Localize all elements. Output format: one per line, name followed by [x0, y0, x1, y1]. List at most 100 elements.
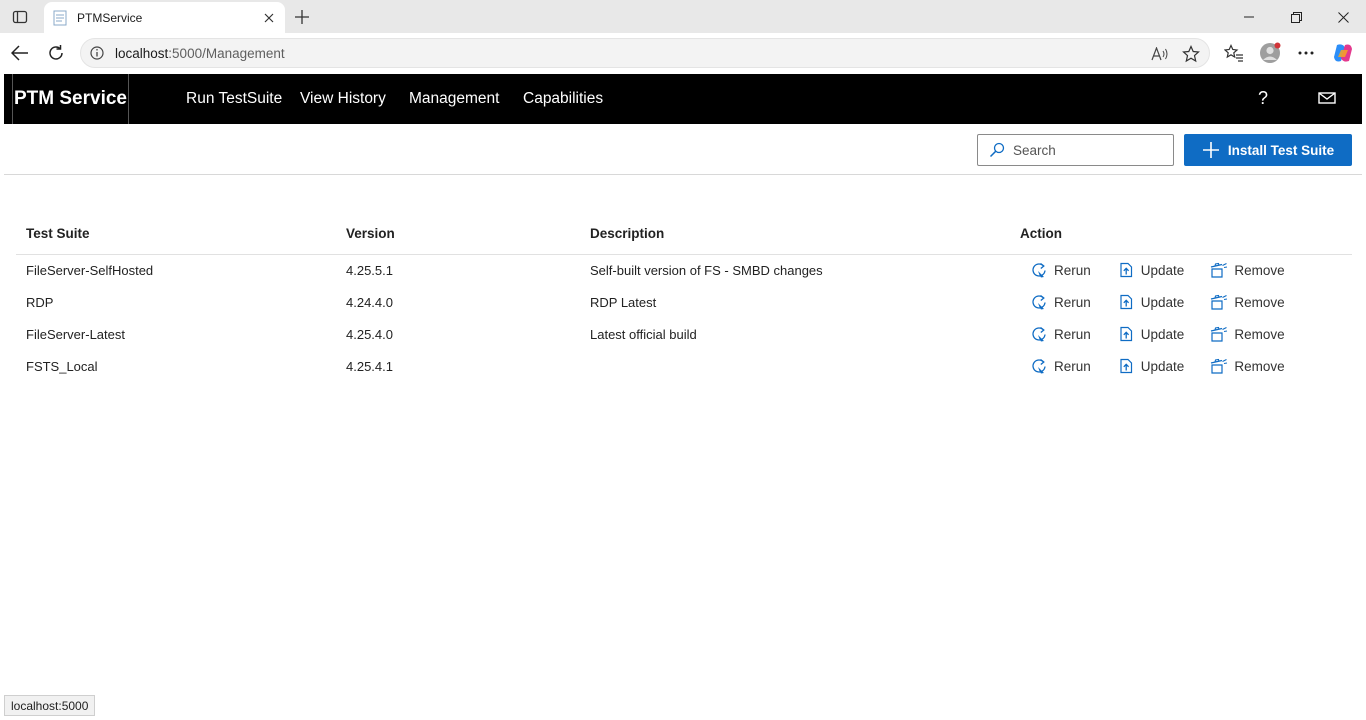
plus-icon	[1202, 142, 1219, 158]
suite-description: Latest official build	[590, 326, 697, 342]
browser-tab[interactable]: PTMService	[44, 2, 285, 33]
minimize-icon[interactable]	[1226, 4, 1272, 30]
suite-description: Self-built version of FS - SMBD changes	[590, 262, 823, 278]
row-actions: Rerun Update Remove	[1020, 261, 1352, 279]
update-icon	[1117, 357, 1135, 375]
table-row: FileServer-SelfHosted 4.25.5.1 Self-buil…	[16, 254, 1352, 286]
update-label: Update	[1140, 326, 1185, 342]
browser-tabstrip: PTMService	[0, 0, 1366, 33]
brand-logo[interactable]: PTM Service	[12, 74, 129, 125]
remove-button[interactable]: Remove	[1210, 261, 1285, 279]
search-box[interactable]	[977, 134, 1174, 166]
suite-description	[580, 350, 1010, 382]
tab-close-icon[interactable]	[259, 8, 279, 28]
remove-button[interactable]: Remove	[1210, 357, 1285, 375]
remove-label: Remove	[1234, 262, 1285, 278]
rerun-button[interactable]: Rerun	[1030, 293, 1091, 311]
site-info-icon[interactable]	[89, 45, 105, 61]
browser-toolbar: localhost:5000/Management	[0, 33, 1366, 73]
url-path: :5000/Management	[168, 46, 285, 61]
app-header: PTM Service Run TestSuite View History M…	[4, 74, 1362, 125]
row-actions: Rerun Update Remove	[1020, 325, 1352, 343]
table-header-row: Test Suite Version Description Action	[16, 214, 1352, 255]
rerun-icon	[1030, 357, 1048, 375]
close-window-icon[interactable]	[1320, 4, 1366, 30]
nav-capabilities[interactable]: Capabilities	[523, 90, 603, 108]
table-row: FileServer-Latest 4.25.4.0 Latest offici…	[16, 318, 1352, 350]
page-favicon-icon	[52, 10, 68, 26]
update-icon	[1117, 261, 1135, 279]
read-aloud-icon[interactable]	[1151, 45, 1169, 63]
remove-label: Remove	[1234, 326, 1285, 342]
rerun-icon	[1030, 293, 1048, 311]
header-description[interactable]: Description	[580, 214, 1010, 255]
nav-view-history[interactable]: View History	[300, 90, 386, 108]
test-suite-table: Test Suite Version Description Action Fi…	[16, 214, 1352, 382]
header-test-suite[interactable]: Test Suite	[16, 214, 336, 255]
header-version[interactable]: Version	[336, 214, 580, 255]
remove-label: Remove	[1234, 294, 1285, 310]
suite-description: RDP Latest	[590, 294, 657, 310]
suite-name: FileServer-SelfHosted	[26, 262, 154, 278]
update-button[interactable]: Update	[1117, 325, 1185, 343]
favorite-star-icon[interactable]	[1181, 44, 1201, 64]
update-button[interactable]: Update	[1117, 261, 1185, 279]
address-url[interactable]: localhost:5000/Management	[115, 46, 285, 61]
rerun-icon	[1030, 261, 1048, 279]
remove-icon	[1210, 261, 1228, 279]
install-button-label: Install Test Suite	[1227, 142, 1335, 158]
update-label: Update	[1140, 262, 1185, 278]
update-label: Update	[1140, 294, 1185, 310]
suite-version: 4.25.4.1	[346, 358, 393, 374]
nav-management[interactable]: Management	[409, 90, 499, 108]
status-url: localhost:5000	[4, 695, 96, 716]
back-icon[interactable]	[6, 39, 34, 67]
tab-title: PTMService	[77, 10, 143, 25]
rerun-button[interactable]: Rerun	[1030, 357, 1091, 375]
header-action: Action	[1010, 214, 1352, 255]
nav-run-testsuite[interactable]: Run TestSuite	[186, 90, 282, 108]
suite-version: 4.25.5.1	[346, 262, 393, 278]
suite-name: RDP	[26, 294, 54, 310]
suite-name: FileServer-Latest	[26, 326, 125, 342]
rerun-label: Rerun	[1054, 326, 1091, 342]
mail-icon[interactable]	[1318, 91, 1336, 105]
refresh-icon[interactable]	[42, 39, 70, 67]
update-icon	[1117, 293, 1135, 311]
address-bar[interactable]: localhost:5000/Management	[80, 38, 1210, 68]
update-button[interactable]: Update	[1117, 293, 1185, 311]
row-actions: Rerun Update Remove	[1020, 357, 1352, 375]
update-label: Update	[1140, 358, 1185, 374]
update-icon	[1117, 325, 1135, 343]
remove-label: Remove	[1234, 358, 1285, 374]
remove-icon	[1210, 293, 1228, 311]
search-icon	[988, 141, 1006, 159]
suite-version: 4.24.4.0	[346, 294, 393, 310]
new-tab-icon[interactable]	[290, 5, 314, 29]
copilot-icon[interactable]	[1331, 41, 1355, 65]
more-menu-icon[interactable]	[1294, 41, 1318, 65]
remove-icon	[1210, 357, 1228, 375]
profile-avatar-icon[interactable]	[1258, 41, 1282, 65]
suite-name: FSTS_Local	[26, 358, 98, 374]
url-host: localhost	[115, 46, 169, 61]
install-test-suite-button[interactable]: Install Test Suite	[1184, 134, 1352, 166]
favorites-icon[interactable]	[1222, 41, 1246, 65]
table-row: FSTS_Local 4.25.4.1 Rerun Update Remove	[16, 350, 1352, 382]
update-button[interactable]: Update	[1117, 357, 1185, 375]
rerun-label: Rerun	[1054, 294, 1091, 310]
table-row: RDP 4.24.4.0 RDP Latest Rerun Update Rem…	[16, 286, 1352, 318]
remove-button[interactable]: Remove	[1210, 293, 1285, 311]
rerun-label: Rerun	[1054, 262, 1091, 278]
tab-actions-icon[interactable]	[8, 6, 32, 28]
remove-button[interactable]: Remove	[1210, 325, 1285, 343]
search-input[interactable]	[1013, 142, 1163, 158]
restore-icon[interactable]	[1273, 4, 1319, 30]
rerun-label: Rerun	[1054, 358, 1091, 374]
suite-version: 4.25.4.0	[346, 326, 393, 342]
rerun-button[interactable]: Rerun	[1030, 325, 1091, 343]
help-icon[interactable]: ?	[1258, 88, 1268, 109]
ptm-app: PTM Service Run TestSuite View History M…	[4, 74, 1362, 718]
rerun-icon	[1030, 325, 1048, 343]
rerun-button[interactable]: Rerun	[1030, 261, 1091, 279]
